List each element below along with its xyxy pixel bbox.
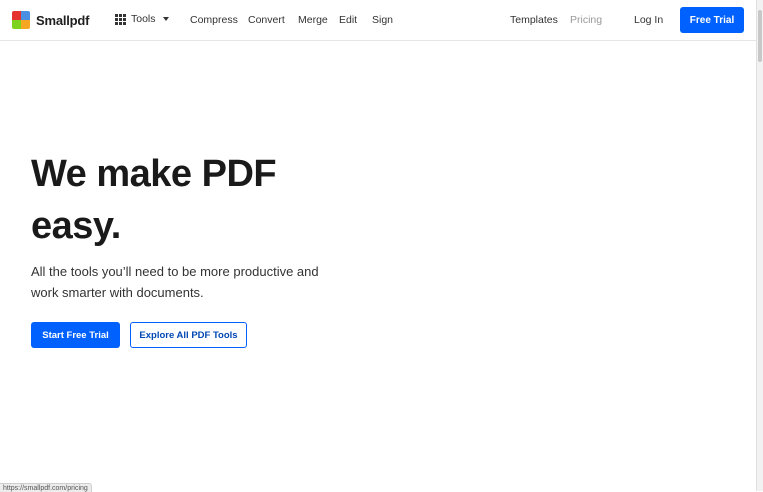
nav-link-templates[interactable]: Templates bbox=[510, 14, 558, 26]
nav-link-merge[interactable]: Merge bbox=[298, 14, 328, 26]
hero-title: We make PDF easy. bbox=[31, 148, 331, 252]
nav-link-sign[interactable]: Sign bbox=[372, 14, 393, 26]
nav-link-edit[interactable]: Edit bbox=[339, 14, 357, 26]
scrollbar-thumb[interactable] bbox=[758, 10, 762, 62]
hero-title-line-2: easy. bbox=[31, 205, 121, 247]
smallpdf-logo-icon bbox=[12, 11, 30, 29]
tools-label: Tools bbox=[131, 13, 156, 25]
page-scrollbar[interactable] bbox=[756, 0, 763, 491]
hero-subtitle: All the tools you’ll need to be more pro… bbox=[31, 264, 319, 300]
brand-logo[interactable]: Smallpdf bbox=[12, 11, 89, 29]
brand-name: Smallpdf bbox=[36, 12, 90, 28]
nav-link-pricing[interactable]: Pricing bbox=[570, 14, 602, 26]
hero-title-line-1: We make PDF bbox=[31, 153, 277, 195]
nav-link-convert[interactable]: Convert bbox=[248, 14, 285, 26]
apps-grid-icon bbox=[115, 13, 126, 25]
top-navbar: Smallpdf Tools Compress Convert Merge Ed… bbox=[0, 0, 756, 41]
login-link[interactable]: Log In bbox=[634, 14, 663, 26]
free-trial-button[interactable]: Free Trial bbox=[680, 7, 744, 33]
chevron-down-icon bbox=[162, 17, 169, 21]
nav-link-compress[interactable]: Compress bbox=[190, 14, 238, 26]
tools-menu-button[interactable]: Tools bbox=[115, 13, 169, 25]
explore-pdf-tools-button[interactable]: Explore All PDF Tools bbox=[130, 322, 247, 348]
start-free-trial-button[interactable]: Start Free Trial bbox=[31, 322, 120, 348]
